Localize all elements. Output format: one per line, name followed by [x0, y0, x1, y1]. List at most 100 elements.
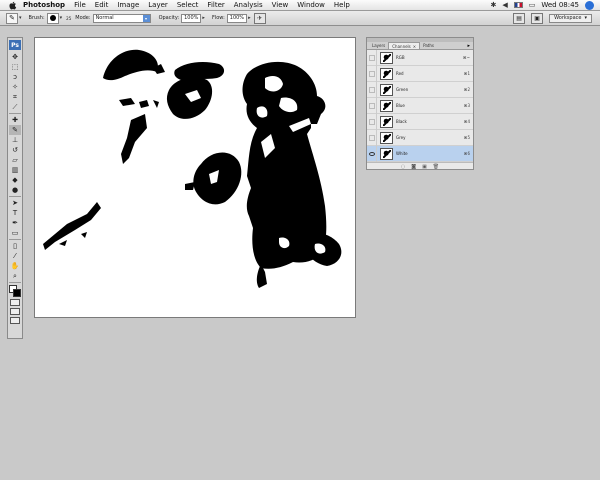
channel-row-blue[interactable]: Blue ⌘3 — [367, 97, 473, 114]
channel-name: Black — [396, 119, 407, 124]
dodge-tool-icon[interactable]: ● — [9, 185, 21, 195]
menu-analysis[interactable]: Analysis — [234, 1, 263, 9]
tab-paths[interactable]: Paths — [420, 42, 437, 49]
tab-channels[interactable]: Channels × — [388, 42, 421, 49]
menu-filter[interactable]: Filter — [207, 1, 224, 9]
quick-mask-icon[interactable] — [10, 299, 20, 306]
input-flag-icon[interactable] — [513, 2, 523, 8]
visibility-toggle[interactable] — [367, 129, 377, 146]
menu-help[interactable]: Help — [334, 1, 350, 9]
brush-picker[interactable] — [46, 12, 59, 24]
brush-tool-preset-icon[interactable]: ✎ — [6, 12, 18, 24]
close-icon[interactable]: × — [413, 44, 416, 49]
screen-mode-icon[interactable] — [10, 308, 20, 315]
marquee-tool-icon[interactable]: ⬚ — [9, 62, 21, 72]
chevron-down-icon[interactable]: ▾ — [60, 15, 63, 21]
menu-file[interactable]: File — [74, 1, 86, 9]
channel-name: White — [396, 151, 408, 156]
spotlight-icon[interactable] — [585, 0, 594, 10]
menu-select[interactable]: Select — [177, 1, 199, 9]
chevron-right-icon[interactable]: ▸ — [248, 15, 251, 21]
visibility-toggle[interactable] — [367, 81, 377, 98]
channel-shortcut: ⌘5 — [463, 135, 470, 140]
channel-thumbnail — [380, 131, 393, 144]
brush-tool-icon[interactable]: ✎ — [9, 125, 21, 135]
channel-thumbnail — [380, 83, 393, 96]
menu-image[interactable]: Image — [117, 1, 139, 9]
ps-logo[interactable]: Ps — [9, 40, 21, 50]
menu-edit[interactable]: Edit — [95, 1, 109, 9]
save-selection-icon[interactable]: ◙ — [411, 164, 416, 170]
menu-view[interactable]: View — [272, 1, 289, 9]
visibility-toggle[interactable] — [367, 145, 377, 162]
visibility-toggle[interactable] — [367, 113, 377, 130]
notes-tool-icon[interactable]: ▯ — [9, 241, 21, 251]
panel-footer: ◌ ◙ ▣ 🗑 — [367, 162, 473, 170]
channel-name: RGB — [396, 55, 405, 60]
magic-wand-tool-icon[interactable]: ✧ — [9, 82, 21, 92]
bluetooth-icon[interactable]: ✱ — [490, 1, 496, 9]
divider — [9, 113, 21, 114]
eyedropper-tool-icon[interactable]: ⁄ — [9, 251, 21, 261]
file-browser-icon[interactable]: ▤ — [513, 12, 526, 24]
jump-to-imageready-icon[interactable] — [10, 317, 20, 324]
menu-layer[interactable]: Layer — [148, 1, 168, 9]
visibility-toggle[interactable] — [367, 65, 377, 82]
lasso-tool-icon[interactable]: ↄ — [9, 72, 21, 82]
channel-shortcut: ⌘1 — [463, 71, 470, 76]
tab-layers[interactable]: Layers — [369, 42, 388, 49]
volume-icon[interactable]: ◀ — [502, 1, 507, 9]
flow-input[interactable]: 100% — [226, 13, 248, 23]
clone-stamp-tool-icon[interactable]: ⊥ — [9, 135, 21, 145]
chevron-down-icon[interactable]: ▾ — [19, 15, 22, 21]
load-selection-icon[interactable]: ◌ — [401, 164, 405, 170]
slice-tool-icon[interactable]: ⟋ — [9, 102, 21, 112]
background-color-swatch[interactable] — [13, 289, 21, 297]
visibility-toggle[interactable] — [367, 49, 377, 66]
path-selection-tool-icon[interactable]: ➤ — [9, 198, 21, 208]
type-tool-icon[interactable]: T — [9, 208, 21, 218]
chevron-right-icon[interactable]: ▸ — [202, 15, 205, 21]
mode-value: Normal — [95, 15, 114, 21]
menu-window[interactable]: Window — [297, 1, 325, 9]
channel-row-grey[interactable]: Grey ⌘5 — [367, 129, 473, 146]
clock[interactable]: Wed 08:45 — [541, 1, 579, 9]
healing-brush-tool-icon[interactable]: ✚ — [9, 115, 21, 125]
mode-select[interactable]: Normal ▾ — [92, 13, 151, 23]
color-swatches[interactable] — [9, 285, 21, 297]
pen-tool-icon[interactable]: ✒ — [9, 218, 21, 228]
move-tool-icon[interactable]: ✥ — [9, 52, 21, 62]
visibility-toggle[interactable] — [367, 97, 377, 114]
new-channel-icon[interactable]: ▣ — [422, 164, 427, 170]
brush-size: 25 — [66, 15, 72, 21]
document-canvas[interactable] — [34, 37, 356, 318]
app-menu[interactable]: Photoshop — [23, 1, 65, 9]
channel-row-rgb[interactable]: RGB ⌘~ — [367, 49, 473, 66]
shape-tool-icon[interactable]: ▭ — [9, 228, 21, 238]
channel-row-white[interactable]: White ⌘6 — [367, 145, 473, 162]
gradient-tool-icon[interactable]: ▥ — [9, 165, 21, 175]
airbrush-icon[interactable]: ✈ — [253, 12, 266, 24]
channel-thumbnail-image — [382, 53, 391, 62]
crop-tool-icon[interactable]: ⌗ — [9, 92, 21, 102]
channel-row-red[interactable]: Red ⌘1 — [367, 65, 473, 82]
apple-menu-icon[interactable] — [8, 1, 17, 10]
hand-tool-icon[interactable]: ✋ — [9, 261, 21, 271]
channel-shortcut: ⌘~ — [462, 55, 470, 60]
blur-tool-icon[interactable]: ◆ — [9, 175, 21, 185]
zoom-tool-icon[interactable]: ⌕ — [9, 271, 21, 281]
hidden-eye-icon — [368, 54, 375, 61]
workspace-menu[interactable]: Workspace ▾ — [549, 13, 592, 23]
trash-icon[interactable]: 🗑 — [433, 164, 439, 170]
channel-row-black[interactable]: Black ⌘4 — [367, 113, 473, 130]
channel-thumbnail-image — [382, 117, 391, 126]
history-brush-tool-icon[interactable]: ↺ — [9, 145, 21, 155]
panel-menu-icon[interactable]: ▸ — [467, 43, 473, 49]
opacity-input[interactable]: 100% — [181, 13, 202, 23]
battery-icon[interactable]: ▭ — [529, 1, 536, 9]
eraser-tool-icon[interactable]: ▱ — [9, 155, 21, 165]
chevron-down-icon: ▾ — [142, 14, 150, 22]
channel-row-green[interactable]: Green ⌘2 — [367, 81, 473, 98]
stencil-shape — [119, 98, 159, 108]
palette-well-icon[interactable]: ▣ — [531, 12, 544, 24]
